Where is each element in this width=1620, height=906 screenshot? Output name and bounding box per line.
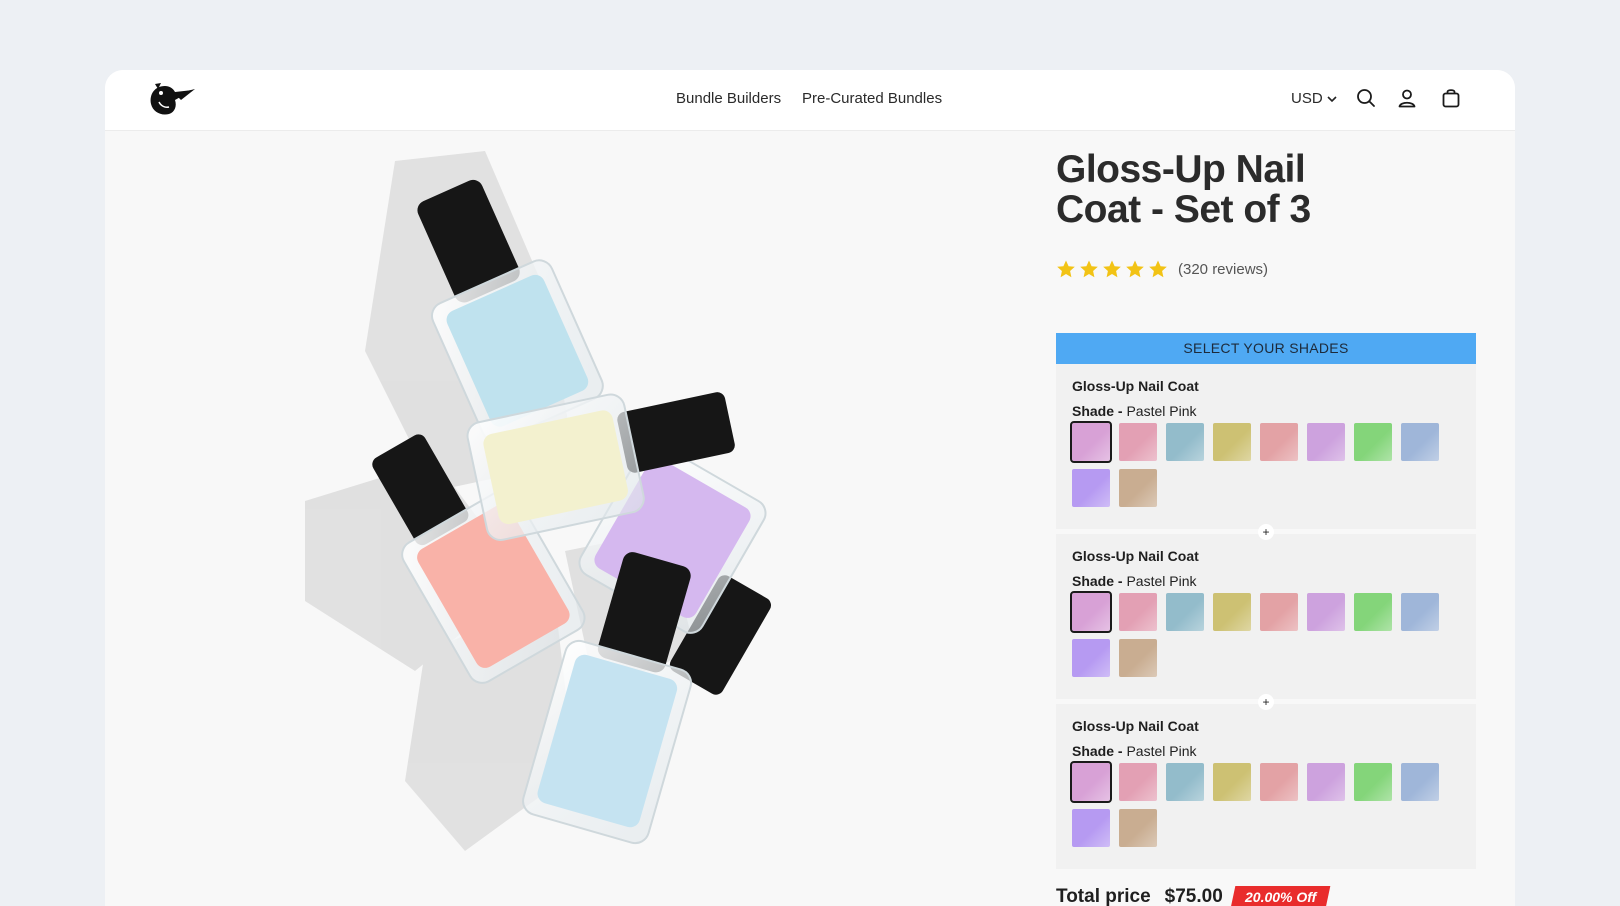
plus-icon: + [1258, 524, 1274, 540]
shade-swatch[interactable] [1213, 423, 1251, 461]
shade-swatch[interactable] [1072, 809, 1110, 847]
chevron-down-icon [1327, 95, 1337, 102]
shade-line: Shade - Pastel Pink [1072, 573, 1460, 589]
shade-swatch[interactable] [1307, 593, 1345, 631]
shade-swatch[interactable] [1119, 639, 1157, 677]
swatch-list [1070, 761, 1452, 847]
shade-swatch[interactable] [1070, 421, 1112, 463]
total-price-row: Total price $75.00 20.00% Off [1056, 886, 1331, 906]
swatch-list [1070, 591, 1452, 677]
shade-swatch[interactable] [1119, 423, 1157, 461]
shade-swatch[interactable] [1213, 593, 1251, 631]
shade-value: Pastel Pink [1126, 743, 1197, 759]
bundle-item: Gloss-Up Nail Coat Shade - Pastel Pink + [1056, 364, 1476, 540]
plus-icon: + [1258, 694, 1274, 710]
shade-swatch[interactable] [1354, 423, 1392, 461]
shade-swatch[interactable] [1072, 469, 1110, 507]
nav-pre-curated-bundles[interactable]: Pre-Curated Bundles [802, 90, 942, 107]
item-name: Gloss-Up Nail Coat [1072, 378, 1199, 394]
star-icon [1057, 260, 1075, 278]
shade-selector: SELECT YOUR SHADES Gloss-Up Nail Coat Sh… [1056, 333, 1476, 869]
shade-label: Shade - [1072, 573, 1123, 589]
shade-swatch[interactable] [1260, 593, 1298, 631]
product-title: Gloss-Up Nail Coat - Set of 3 [1056, 148, 1311, 231]
shade-swatch[interactable] [1213, 763, 1251, 801]
shade-swatch[interactable] [1307, 423, 1345, 461]
rating[interactable]: (320 reviews) [1056, 259, 1481, 279]
shade-swatch[interactable] [1119, 469, 1157, 507]
bundle-item: Gloss-Up Nail Coat Shade - Pastel Pink [1056, 704, 1476, 869]
star-icon [1103, 260, 1121, 278]
star-icon [1080, 260, 1098, 278]
currency-label: USD [1291, 90, 1323, 107]
total-price-value: $75.00 [1164, 886, 1223, 906]
shade-swatch[interactable] [1070, 761, 1112, 803]
swatch-list [1070, 421, 1452, 507]
shade-swatch[interactable] [1070, 591, 1112, 633]
currency-selector[interactable]: USD [1291, 90, 1338, 107]
star-icon [1126, 260, 1144, 278]
star-icon [1149, 260, 1167, 278]
account-icon[interactable] [1396, 87, 1418, 109]
shade-swatch[interactable] [1260, 423, 1298, 461]
product-image [305, 151, 771, 851]
logo-icon[interactable] [145, 80, 197, 118]
discount-badge: 20.00% Off [1230, 886, 1331, 906]
shade-label: Shade - [1072, 743, 1123, 759]
shade-line: Shade - Pastel Pink [1072, 403, 1460, 419]
shade-swatch[interactable] [1354, 593, 1392, 631]
review-count[interactable]: (320 reviews) [1178, 261, 1268, 278]
product-info: Gloss-Up Nail Coat - Set of 3 (320 revie… [1056, 150, 1481, 279]
star-rating [1056, 259, 1168, 279]
shade-swatch[interactable] [1401, 593, 1439, 631]
shade-value: Pastel Pink [1126, 403, 1197, 419]
shade-swatch[interactable] [1072, 639, 1110, 677]
shade-swatch[interactable] [1166, 593, 1204, 631]
shade-selector-heading: SELECT YOUR SHADES [1056, 333, 1476, 364]
nav-bundle-builders[interactable]: Bundle Builders [676, 90, 781, 107]
store-window: Bundle Builders Pre-Curated Bundles USD [105, 70, 1515, 906]
discount-text: 20.00% Off [1244, 889, 1317, 905]
bundle-item: Gloss-Up Nail Coat Shade - Pastel Pink + [1056, 534, 1476, 710]
shade-line: Shade - Pastel Pink [1072, 743, 1460, 759]
shade-swatch[interactable] [1401, 763, 1439, 801]
cart-icon[interactable] [1440, 87, 1462, 109]
item-name: Gloss-Up Nail Coat [1072, 548, 1199, 564]
header: Bundle Builders Pre-Curated Bundles USD [105, 70, 1515, 131]
shade-swatch[interactable] [1307, 763, 1345, 801]
shade-swatch[interactable] [1119, 593, 1157, 631]
shade-swatch[interactable] [1401, 423, 1439, 461]
shade-label: Shade - [1072, 403, 1123, 419]
shade-swatch[interactable] [1354, 763, 1392, 801]
shade-value: Pastel Pink [1126, 573, 1197, 589]
shade-swatch[interactable] [1166, 763, 1204, 801]
item-name: Gloss-Up Nail Coat [1072, 718, 1199, 734]
shade-swatch[interactable] [1260, 763, 1298, 801]
total-price-label: Total price [1056, 886, 1151, 906]
shade-swatch[interactable] [1119, 763, 1157, 801]
shade-swatch[interactable] [1166, 423, 1204, 461]
search-icon[interactable] [1355, 87, 1377, 109]
shade-swatch[interactable] [1119, 809, 1157, 847]
